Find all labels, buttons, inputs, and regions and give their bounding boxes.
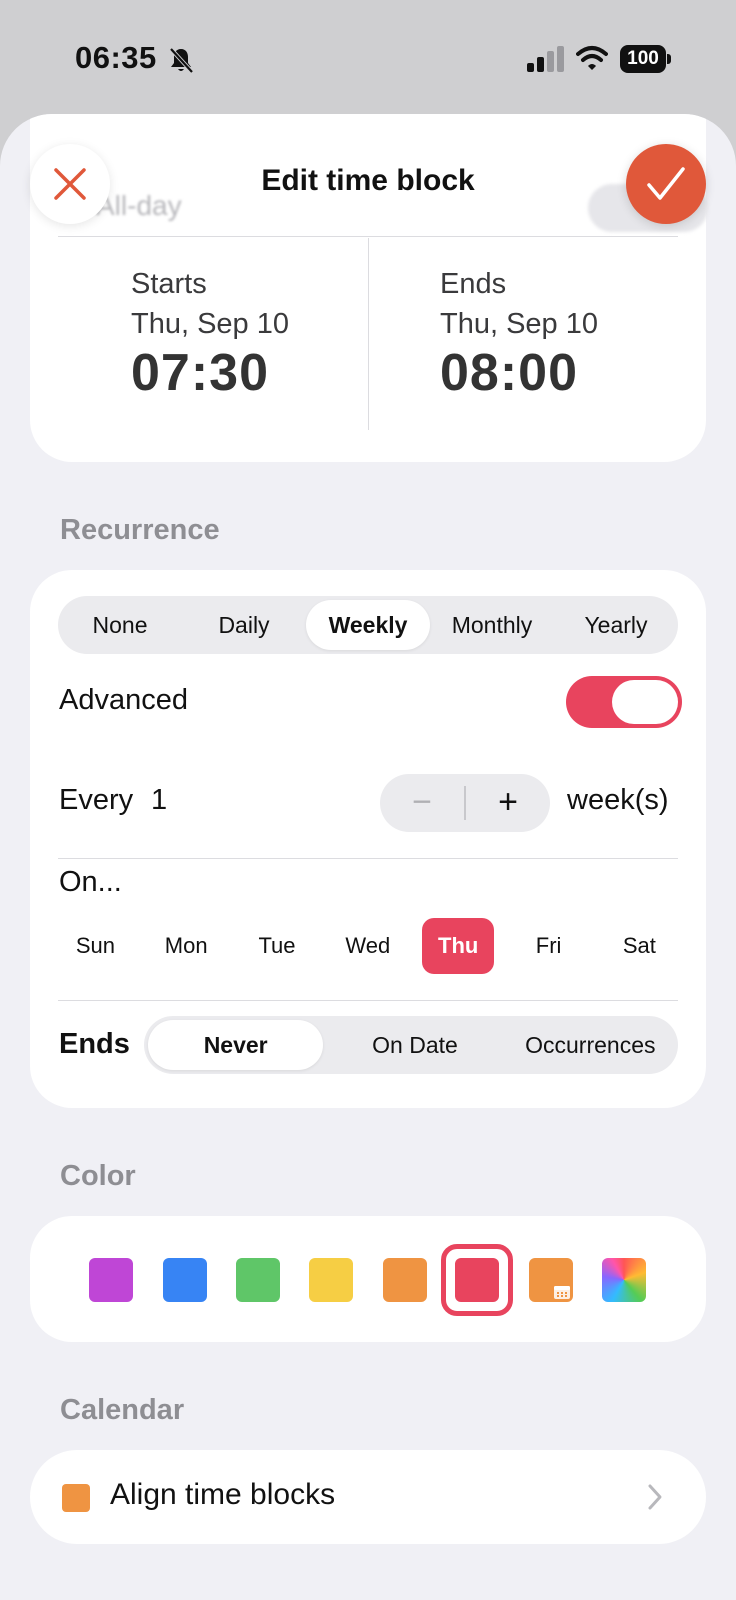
color-swatch-red[interactable] <box>455 1258 499 1302</box>
ends-segmented-control: Never On Date Occurrences <box>144 1016 678 1074</box>
calendar-row[interactable]: Align time blocks <box>30 1450 706 1544</box>
color-swatch-yellow[interactable] <box>309 1258 353 1302</box>
interval-stepper: − + <box>380 774 550 832</box>
calendar-section-label: Calendar <box>60 1394 185 1426</box>
day-fri[interactable]: Fri <box>503 918 594 974</box>
recurrence-segmented-control: None Daily Weekly Monthly Yearly <box>58 596 678 654</box>
status-time: 06:35 <box>75 40 157 75</box>
color-swatch-blue[interactable] <box>163 1258 207 1302</box>
advanced-toggle[interactable] <box>566 676 682 728</box>
recurrence-option-none[interactable]: None <box>58 596 182 654</box>
advanced-label: Advanced <box>59 684 188 716</box>
color-swatch-orange[interactable] <box>383 1258 427 1302</box>
chevron-right-icon <box>648 1484 662 1510</box>
close-icon <box>54 168 86 200</box>
day-sun[interactable]: Sun <box>50 918 141 974</box>
recurrence-card: None Daily Weekly Monthly Yearly Advance… <box>30 570 706 1108</box>
edit-sheet: Edit time block All-day Starts Thu, Sep … <box>0 114 736 1600</box>
recurrence-option-monthly[interactable]: Monthly <box>430 596 554 654</box>
decrement-button[interactable]: − <box>380 774 464 832</box>
day-mon[interactable]: Mon <box>141 918 232 974</box>
weekday-picker: Sun Mon Tue Wed Thu Fri Sat <box>50 918 686 974</box>
day-sat[interactable]: Sat <box>594 918 685 974</box>
ends-time-label: Ends <box>440 268 507 300</box>
wifi-icon <box>576 46 608 70</box>
color-swatch-green[interactable] <box>236 1258 280 1302</box>
battery-level: 100 <box>620 45 666 73</box>
close-button[interactable] <box>30 144 110 224</box>
ends-time: 08:00 <box>440 344 578 402</box>
ends-option-occurrences[interactable]: Occurrences <box>503 1016 678 1074</box>
recurrence-option-weekly[interactable]: Weekly <box>306 600 430 650</box>
day-tue[interactable]: Tue <box>232 918 323 974</box>
bell-slash-icon <box>169 47 194 74</box>
ends-date: Thu, Sep 10 <box>440 308 598 340</box>
ends-option-never[interactable]: Never <box>148 1020 324 1070</box>
status-bar: 06:35 100 <box>0 0 736 112</box>
every-value: 1 <box>151 784 168 816</box>
color-section-label: Color <box>60 1160 136 1192</box>
starts-time: 07:30 <box>131 344 269 402</box>
recurrence-option-daily[interactable]: Daily <box>182 596 306 654</box>
day-wed[interactable]: Wed <box>322 918 413 974</box>
ends-label: Ends <box>59 1028 130 1060</box>
battery-icon: 100 <box>620 45 672 73</box>
color-swatch-purple[interactable] <box>89 1258 133 1302</box>
day-thu[interactable]: Thu <box>422 918 495 974</box>
cellular-signal-icon <box>527 46 564 72</box>
calendar-color-dot <box>62 1484 90 1512</box>
color-swatch-custom[interactable] <box>602 1258 646 1302</box>
color-swatch-calendar[interactable] <box>529 1258 573 1302</box>
recurrence-option-yearly[interactable]: Yearly <box>554 596 678 654</box>
starts-date: Thu, Sep 10 <box>131 308 289 340</box>
on-days-label: On... <box>59 866 122 898</box>
confirm-button[interactable] <box>626 144 706 224</box>
color-card <box>30 1216 706 1342</box>
ends-picker[interactable]: Ends Thu, Sep 10 08:00 <box>440 264 598 402</box>
interval-unit: week(s) <box>567 784 669 816</box>
every-label: Every <box>59 784 134 816</box>
calendar-icon <box>554 1286 570 1299</box>
starts-label: Starts <box>131 268 207 300</box>
calendar-name: Align time blocks <box>110 1478 336 1511</box>
ends-option-on-date[interactable]: On Date <box>327 1016 502 1074</box>
checkmark-icon <box>647 167 685 200</box>
increment-button[interactable]: + <box>466 774 550 832</box>
starts-picker[interactable]: Starts Thu, Sep 10 07:30 <box>131 264 289 402</box>
recurrence-section-label: Recurrence <box>60 514 220 546</box>
